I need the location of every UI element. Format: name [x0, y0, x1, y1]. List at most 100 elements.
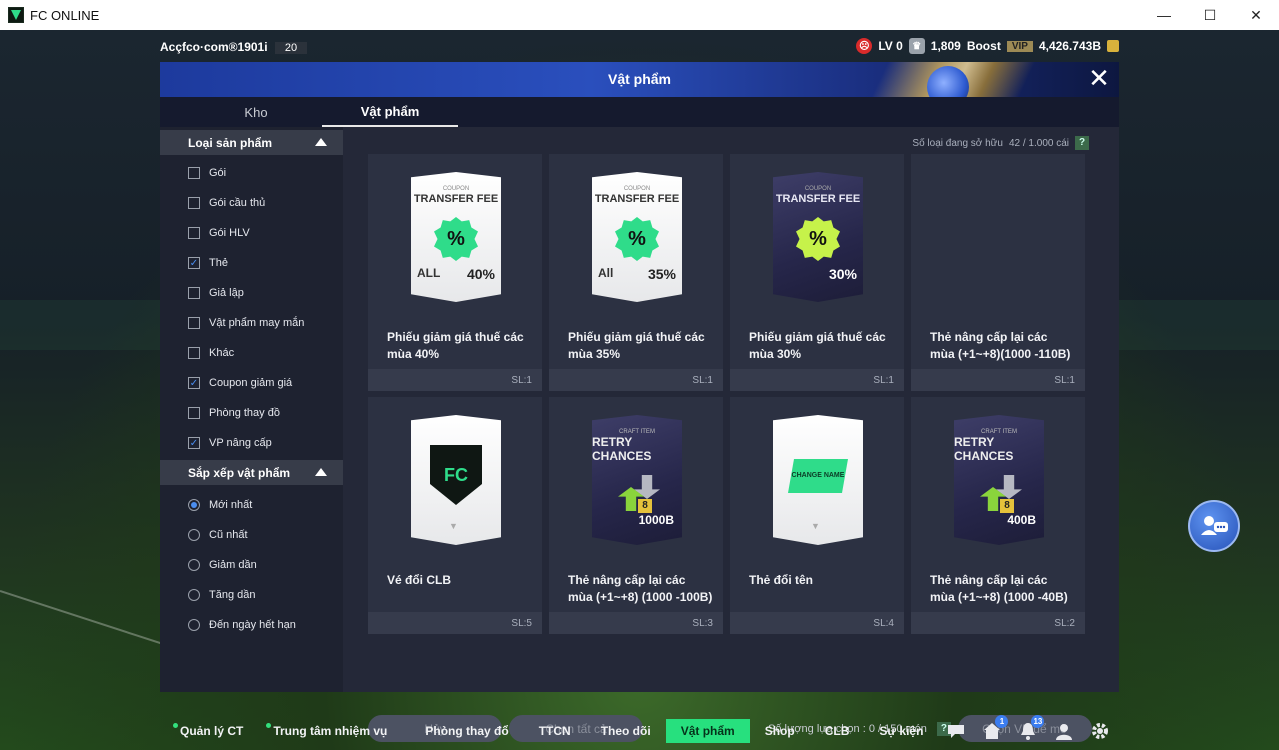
nav-theo-doi[interactable]: Theo dõi [586, 719, 666, 743]
modal-tabs: Kho Vật phẩm [160, 97, 1119, 127]
filter-label: Phòng thay đồ [209, 407, 280, 419]
type-filter-title: Loại sản phẩm [188, 135, 273, 150]
retry-chances-icon: CRAFT ITEM RETRY CHANCES 8 1000B [592, 415, 682, 545]
nav-su-kien[interactable]: Sự kiện [864, 719, 938, 743]
settings-icon[interactable] [1090, 721, 1110, 741]
nav-phong-thay-do[interactable]: Phòng thay đổ [410, 719, 523, 743]
item-qty: SL:5 [511, 618, 532, 629]
items-modal: Vật phẩm ✕ Kho Vật phẩm Loại sản phẩm Gó… [160, 62, 1119, 742]
filter-vp-nang-cap[interactable]: ✓ VP nâng cấp [188, 433, 272, 453]
nav-label: Sự kiện [879, 724, 924, 738]
owned-count: Số loại đang sở hữu 42 / 1.000 cái ? [912, 136, 1089, 150]
collapse-up-icon [315, 468, 327, 476]
hud-stats: ☹ LV 0 ♛ 1,809 Boost VIP 4,426.743B [856, 38, 1119, 54]
nav-ttcn[interactable]: TTCN [524, 719, 586, 743]
filter-label: Khác [209, 347, 235, 359]
sort-tang-dan[interactable]: Tăng dần [188, 585, 255, 605]
percent-value: 40% [466, 266, 495, 282]
support-chat-button[interactable] [1188, 500, 1240, 552]
retry-value: 1000B [638, 513, 674, 527]
trophy-icon: ♛ [908, 38, 925, 54]
filter-label: Gói HLV [209, 227, 250, 239]
checkbox-icon [188, 287, 200, 299]
filter-may-man[interactable]: Vật phẩm may mắn [188, 313, 304, 333]
coupon-title: TRANSFER FEE [413, 193, 499, 205]
filter-gia-lap[interactable]: Giả lập [188, 283, 244, 303]
profile-icon[interactable] [1054, 721, 1074, 741]
lv-value: LV 0 [878, 39, 903, 53]
coupon-title: TRANSFER FEE [594, 193, 680, 205]
bell-badge: 13 [1031, 715, 1045, 728]
item-card[interactable]: CHANGE NAME ▼ Thẻ đổi tên SL:4 [730, 397, 904, 634]
filter-khac[interactable]: Khác [188, 343, 234, 363]
item-card[interactable]: FC ▼ Vé đổi CLB SL:5 [368, 397, 542, 634]
item-card[interactable]: Thẻ nâng cấp lại các mùa (+1~+8)(1000 -1… [911, 154, 1085, 391]
sort-het-han[interactable]: Đến ngày hết hạn [188, 615, 296, 635]
tab-kho[interactable]: Kho [200, 97, 312, 127]
item-name: Phiếu giảm giá thuế các mùa 30% [749, 330, 886, 361]
nav-clb[interactable]: CLB [810, 719, 865, 743]
nav-quan-ly-ct[interactable]: Quản lý CT [165, 719, 258, 743]
item-qty: SL:1 [511, 375, 532, 386]
account-level: 20 [274, 42, 308, 54]
filter-goi[interactable]: Gói [188, 163, 226, 183]
minimize-button[interactable]: — [1141, 0, 1187, 30]
filter-phong-thay-do[interactable]: Phòng thay đồ [188, 403, 280, 423]
item-card[interactable]: COUPON TRANSFER FEE % 30% Phiếu giảm giá… [730, 154, 904, 391]
filter-coupon[interactable]: ✓ Coupon giảm giá [188, 373, 292, 393]
filter-goi-cau-thu[interactable]: Gói cầu thủ [188, 193, 265, 213]
sort-giam-dan[interactable]: Giảm dần [188, 555, 257, 575]
nav-label: CLB [824, 724, 850, 738]
percent-icon: % [434, 217, 478, 261]
close-modal-button[interactable]: ✕ [1087, 65, 1111, 91]
close-window-button[interactable]: ✕ [1233, 0, 1279, 30]
sort-cu-nhat[interactable]: Cũ nhất [188, 525, 248, 545]
item-name: Thẻ nâng cấp lại các mùa (+1~+8)(1000 -1… [930, 330, 1071, 361]
item-name: Thẻ đổi tên [749, 573, 813, 587]
type-filter-header[interactable]: Loại sản phẩm [160, 130, 343, 155]
checkbox-icon [188, 197, 200, 209]
nav-label: Vật phẩm [680, 724, 735, 738]
item-footer: SL:3 [549, 612, 723, 634]
change-name-icon: CHANGE NAME ▼ [773, 415, 863, 545]
checkbox-checked-icon: ✓ [188, 257, 200, 269]
checkbox-checked-icon: ✓ [188, 437, 200, 449]
nav-label: Theo dõi [600, 724, 651, 738]
nav-shop[interactable]: Shop [750, 719, 810, 743]
filter-the[interactable]: ✓ Thẻ [188, 253, 228, 273]
chat-icon[interactable] [946, 721, 966, 741]
home-icon[interactable]: 1 [982, 715, 1009, 741]
item-card[interactable]: COUPON TRANSFER FEE % ALL 40% Phiếu giảm… [368, 154, 542, 391]
sort-moi-nhat[interactable]: Mới nhất [188, 495, 252, 515]
coupon-small-label: COUPON [623, 186, 651, 192]
item-footer: SL:5 [368, 612, 542, 634]
filter-goi-hlv[interactable]: Gói HLV [188, 223, 250, 243]
filter-label: Vật phẩm may mắn [209, 317, 305, 329]
notification-dot [266, 723, 272, 728]
coupon-title: TRANSFER FEE [775, 193, 861, 205]
sort-header[interactable]: Sắp xếp vật phẩm [160, 460, 343, 485]
item-qty: SL:1 [873, 375, 894, 386]
tab-vat-pham[interactable]: Vật phẩm [322, 97, 458, 127]
currency-value: 4,426.743B [1038, 39, 1101, 53]
bell-icon[interactable]: 13 [1018, 715, 1045, 741]
help-icon[interactable]: ? [1075, 136, 1089, 150]
maximize-button[interactable]: ☐ [1187, 0, 1233, 30]
filter-label: VP nâng cấp [209, 437, 272, 449]
item-card[interactable]: CRAFT ITEM RETRY CHANCES 8 400B Thẻ nâng… [911, 397, 1085, 634]
item-card[interactable]: COUPON TRANSFER FEE % All 35% Phiếu giảm… [549, 154, 723, 391]
nav-trung-tam-nhiem-vu[interactable]: Trung tâm nhiệm vụ [258, 719, 402, 743]
coupon-35-icon: COUPON TRANSFER FEE % All 35% [592, 172, 682, 302]
window-title: FC ONLINE [30, 7, 100, 23]
window-titlebar: FC ONLINE — ☐ ✕ [0, 0, 1279, 30]
radio-icon [188, 619, 200, 631]
nav-vat-pham[interactable]: Vật phẩm [665, 719, 750, 743]
filter-label: Gói cầu thủ [209, 197, 266, 209]
account-info: Acçfco·com®1901i 20 [160, 40, 308, 54]
boost-label: Boost [966, 39, 1001, 53]
sort-label: Cũ nhất [209, 529, 248, 541]
club-change-ticket-icon: FC ▼ [411, 415, 501, 545]
percent-value: 35% [647, 266, 676, 282]
percent-icon: % [615, 217, 659, 261]
item-card[interactable]: CRAFT ITEM RETRY CHANCES 8 1000B Thẻ nân… [549, 397, 723, 634]
